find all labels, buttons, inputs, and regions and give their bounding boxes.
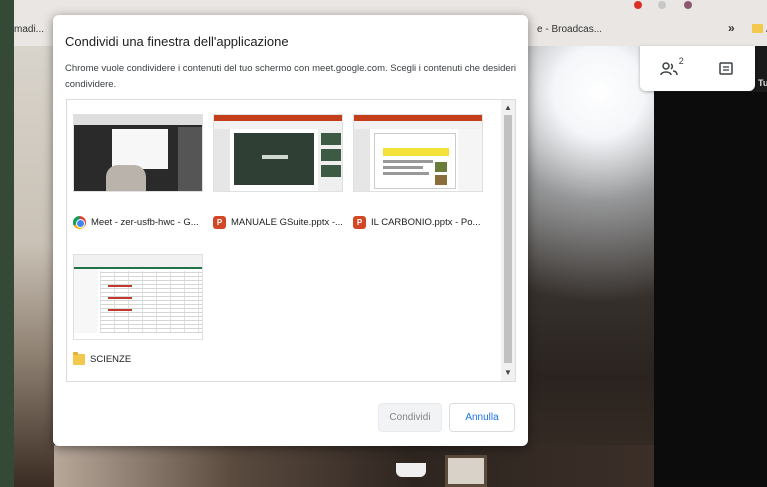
video-object xyxy=(445,455,487,487)
window-tile-il-carbonio[interactable]: P IL CARBONIO.pptx - Po... xyxy=(353,114,483,244)
dialog-description: Chrome vuole condividere i contenuti del… xyxy=(65,63,516,90)
window-tile-meet[interactable]: Meet - zer-usfb-hwc - G... xyxy=(73,114,203,244)
folder-icon xyxy=(73,351,85,365)
powerpoint-icon: P xyxy=(213,215,226,229)
meet-video-feed-bottom xyxy=(54,445,654,487)
extension-icon[interactable] xyxy=(684,1,692,9)
picker-scrollbar[interactable]: ▲ ▼ xyxy=(501,100,515,381)
participants-count: 2 xyxy=(678,55,684,66)
bookmark-folder-icon[interactable] xyxy=(752,24,763,33)
chat-button[interactable] xyxy=(715,58,737,80)
chat-icon xyxy=(719,61,733,75)
meet-video-feed-edge xyxy=(14,46,54,487)
window-thumbnail xyxy=(73,114,203,192)
scroll-down-arrow-icon[interactable]: ▼ xyxy=(501,367,515,379)
window-title: SCIENZE xyxy=(90,353,132,365)
extension-icon[interactable] xyxy=(658,1,666,9)
scrollbar-thumb[interactable] xyxy=(504,115,512,363)
self-view-tile xyxy=(654,92,767,487)
chrome-icon xyxy=(73,215,86,229)
share-button[interactable]: Condividi xyxy=(378,403,442,432)
window-title: MANUALE GSuite.pptx -... xyxy=(231,216,343,228)
share-window-dialog: Condividi una finestra dell'applicazione… xyxy=(53,15,528,446)
powerpoint-icon: P xyxy=(353,215,366,229)
window-title: IL CARBONIO.pptx - Po... xyxy=(371,216,481,228)
scroll-up-arrow-icon[interactable]: ▲ xyxy=(501,102,515,114)
people-icon xyxy=(660,61,678,75)
extension-icon[interactable] xyxy=(634,1,642,9)
bookmark-item[interactable]: madi... xyxy=(14,24,44,35)
dialog-title: Condividi una finestra dell'applicazione xyxy=(65,34,289,49)
window-tile-manuale-gsuite[interactable]: P MANUALE GSuite.pptx -... xyxy=(213,114,343,244)
bookmark-item[interactable]: e - Broadcas... xyxy=(537,24,602,35)
video-object xyxy=(396,463,426,477)
cancel-button[interactable]: Annulla xyxy=(449,403,515,432)
window-picker-list[interactable]: Meet - zer-usfb-hwc - G... P MANUALE GSu… xyxy=(66,99,516,382)
window-title: Meet - zer-usfb-hwc - G... xyxy=(91,216,199,228)
window-thumbnail xyxy=(73,254,203,340)
browser-extension-icons xyxy=(614,0,724,10)
self-view-label: Tu xyxy=(758,78,767,88)
bookmarks-overflow-chevron-icon[interactable]: » xyxy=(728,21,735,35)
window-tile-scienze[interactable]: SCIENZE xyxy=(73,254,203,384)
meet-top-controls: 2 xyxy=(640,46,755,91)
window-thumbnail xyxy=(213,114,343,192)
participants-button[interactable]: 2 xyxy=(658,56,684,80)
window-thumbnail xyxy=(353,114,483,192)
